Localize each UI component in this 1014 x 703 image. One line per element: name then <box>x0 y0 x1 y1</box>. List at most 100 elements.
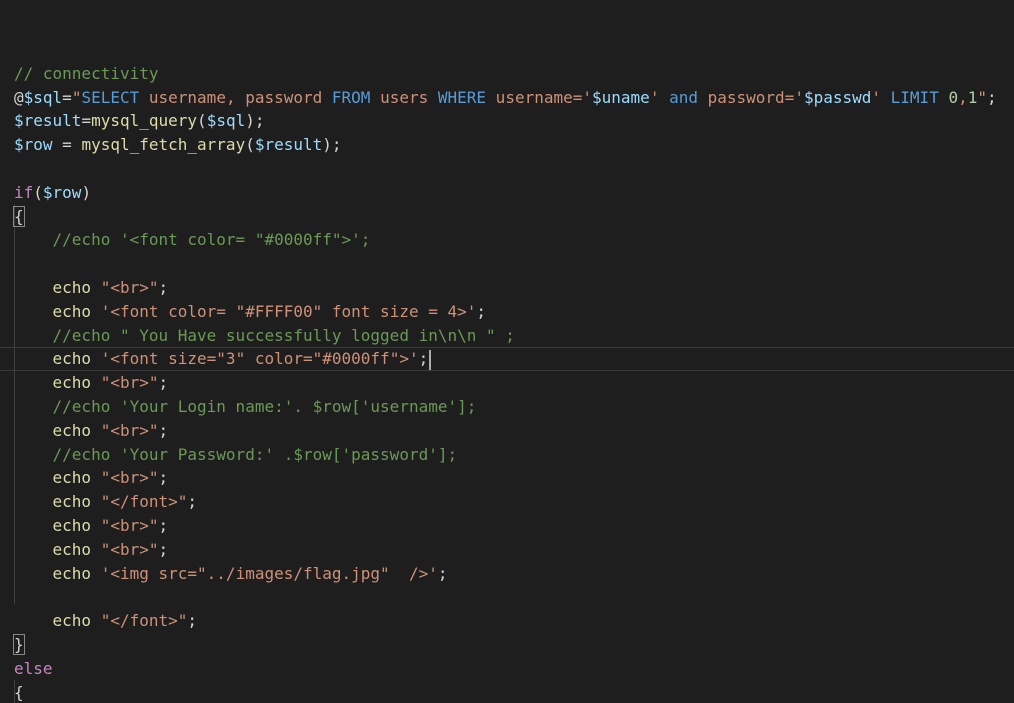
code-string: "</font>" <box>100 611 188 631</box>
code-line[interactable]: { <box>14 681 1014 703</box>
code-text: = <box>81 111 92 131</box>
code-line[interactable]: // connectivity <box>14 62 1014 86</box>
code-number: 0 <box>948 87 959 107</box>
code-text: ; <box>158 277 169 297</box>
code-text: ; <box>158 515 169 535</box>
code-text: ; <box>187 611 198 631</box>
code-variable: $uname <box>592 87 650 107</box>
code-text: = <box>62 87 72 107</box>
code-line[interactable]: echo "</font>"; <box>14 490 1014 514</box>
code-text: ; <box>987 87 997 107</box>
code-variable: $row <box>42 182 82 202</box>
code-line[interactable]: echo "<br>"; <box>14 371 1014 395</box>
code-comment: // connectivity <box>14 63 159 83</box>
code-line[interactable]: echo '<font color= "#FFFF00" font size =… <box>14 300 1014 324</box>
code-string: ' <box>871 87 891 107</box>
code-function: echo <box>52 563 92 583</box>
code-variable: $result <box>14 111 82 131</box>
code-area[interactable]: // connectivity @$sql="SELECT username, p… <box>0 38 1014 703</box>
code-text: ; <box>476 301 487 321</box>
code-string: ' <box>649 87 670 107</box>
code-function: echo <box>52 611 92 631</box>
code-text: = <box>52 135 82 155</box>
code-bracket: } <box>13 633 25 655</box>
code-keyword: else <box>14 658 53 678</box>
code-string: "<br>" <box>100 468 159 488</box>
code-line[interactable]: } <box>13 633 1014 657</box>
code-line[interactable]: echo "<br>"; <box>14 514 1014 538</box>
code-string: , <box>958 87 968 107</box>
code-string: '<img src="../images/flag.jpg" />' <box>100 563 438 583</box>
code-function: echo <box>52 373 92 393</box>
code-line[interactable] <box>14 38 1014 62</box>
code-line[interactable]: $result=mysql_query($sql); <box>14 109 1014 133</box>
code-function: echo <box>52 420 92 440</box>
code-line[interactable]: //echo '<font color= "#0000ff">'; <box>14 228 1014 252</box>
code-function: echo <box>52 349 92 369</box>
code-variable: $row <box>14 135 53 155</box>
code-text: ; <box>158 539 169 559</box>
code-line[interactable]: $row = mysql_fetch_array($result); <box>14 133 1014 157</box>
code-line[interactable]: echo "</font>"; <box>14 609 1014 633</box>
code-line[interactable]: //echo 'Your Password:' .$row['password'… <box>14 443 1014 467</box>
code-function: mysql_query <box>91 111 198 131</box>
code-string: users <box>370 87 438 107</box>
code-string: '<font color= "#FFFF00" font size = 4>' <box>100 301 477 321</box>
code-line[interactable]: echo "<br>"; <box>14 538 1014 562</box>
text-cursor <box>429 349 432 370</box>
code-line[interactable]: @$sql="SELECT username, password FROM us… <box>14 86 1014 110</box>
code-sql-keyword: WHERE <box>437 87 487 107</box>
code-string: username, password <box>139 87 332 107</box>
code-text: ; <box>158 468 169 488</box>
code-string: " <box>71 87 82 107</box>
code-string: "<br>" <box>100 277 159 297</box>
code-line[interactable]: echo '<img src="../images/flag.jpg" />'; <box>14 562 1014 586</box>
code-string: "</font>" <box>100 492 188 512</box>
code-text: ) <box>81 182 92 202</box>
code-line[interactable]: echo "<br>"; <box>14 276 1014 300</box>
code-text: ; <box>437 563 448 583</box>
code-text: ); <box>322 135 342 155</box>
code-editor[interactable]: // connectivity @$sql="SELECT username, p… <box>0 0 1014 703</box>
code-text: ; <box>418 349 429 369</box>
code-line[interactable]: { <box>13 205 1014 229</box>
code-comment: //echo 'Your Login name:'. $row['usernam… <box>52 396 477 416</box>
code-line-current[interactable]: echo '<font size="3" color="#0000ff">'; <box>0 347 1014 371</box>
code-variable: $sql <box>23 87 63 107</box>
code-string: "<br>" <box>100 373 159 393</box>
code-line[interactable]: echo "<br>"; <box>14 466 1014 490</box>
code-line[interactable]: //echo 'Your Login name:'. $row['usernam… <box>14 395 1014 419</box>
code-number: 1 <box>967 87 978 107</box>
code-line[interactable] <box>14 157 1014 181</box>
code-line[interactable]: echo "<br>"; <box>14 419 1014 443</box>
code-line[interactable]: else <box>14 657 1014 681</box>
code-line[interactable]: //echo " You Have successfully logged in… <box>14 324 1014 348</box>
code-line[interactable] <box>14 585 1014 609</box>
code-text: ; <box>158 420 169 440</box>
code-bracket: { <box>13 205 25 227</box>
code-line[interactable] <box>14 252 1014 276</box>
code-line[interactable]: if($row) <box>14 181 1014 205</box>
code-sql-keyword: LIMIT <box>890 87 939 107</box>
code-string: username=' <box>486 87 593 107</box>
code-comment: //echo 'Your Password:' .$row['password'… <box>52 444 458 464</box>
code-function: echo <box>52 492 92 512</box>
